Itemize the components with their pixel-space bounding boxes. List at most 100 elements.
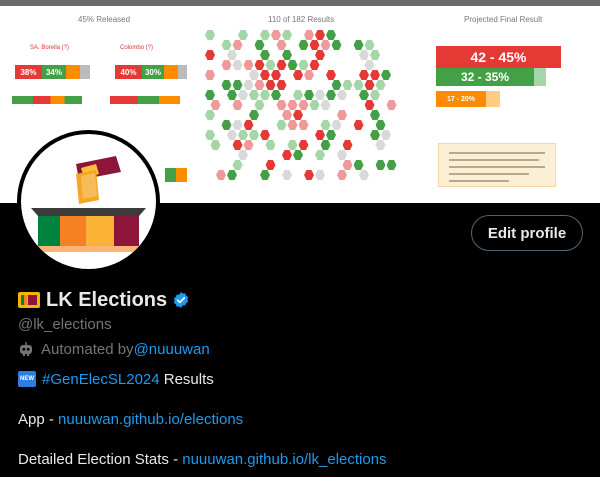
hex-cell <box>304 30 314 40</box>
hex-cell <box>315 130 325 140</box>
banner-bar-red-1: 38% <box>15 65 42 79</box>
hex-cell <box>337 90 347 100</box>
hex-cell <box>282 130 292 140</box>
bot-icon <box>20 342 32 356</box>
hex-cell <box>243 160 254 170</box>
hex-cell <box>370 110 380 120</box>
hex-cell <box>304 130 314 140</box>
hex-cell <box>386 140 397 150</box>
hex-cell <box>221 80 232 90</box>
stats-link[interactable]: nuuuwan.github.io/lk_elections <box>182 451 386 468</box>
hex-cell <box>227 50 237 60</box>
hex-cell <box>364 100 375 110</box>
hex-cell <box>364 160 375 170</box>
hashtag-link[interactable]: #GenElecSL2024 <box>42 371 160 388</box>
hex-cell <box>243 60 254 70</box>
hex-cell <box>210 120 221 130</box>
profile-avatar[interactable] <box>17 130 160 273</box>
hex-cell <box>315 50 325 60</box>
hex-cell <box>386 160 397 170</box>
hex-cell <box>353 160 364 170</box>
edit-profile-button[interactable]: Edit profile <box>471 215 583 251</box>
hex-cell <box>293 70 303 80</box>
banner-bar-green-2: 30% <box>142 65 164 79</box>
hex-cell <box>249 70 259 80</box>
hex-cell <box>282 110 292 120</box>
hex-cell <box>205 110 215 120</box>
hex-cell <box>320 40 331 50</box>
hex-cell <box>260 30 270 40</box>
hex-cell <box>315 170 325 180</box>
hex-cell <box>260 110 270 120</box>
hex-cell <box>249 90 259 100</box>
ballot-box-icon <box>31 156 146 252</box>
hex-cell <box>271 50 281 60</box>
hex-cell <box>265 80 276 90</box>
banner-bar-orange-2 <box>164 65 178 79</box>
display-name: LK Elections <box>46 288 168 311</box>
hex-cell <box>293 130 303 140</box>
hex-cell <box>210 100 221 110</box>
hex-cell <box>375 60 386 70</box>
hex-cell <box>364 40 375 50</box>
hex-cell <box>232 140 243 150</box>
hex-cell <box>331 40 342 50</box>
hex-cell <box>271 30 281 40</box>
hex-cell <box>370 70 380 80</box>
hex-cell <box>298 100 309 110</box>
automated-by-link[interactable]: @nuuuwan <box>134 341 210 358</box>
hex-cell <box>298 140 309 150</box>
hex-cell <box>232 100 243 110</box>
verified-badge-icon[interactable] <box>172 291 190 309</box>
hex-cell <box>232 40 243 50</box>
hex-cell <box>254 100 265 110</box>
hex-cell <box>359 90 369 100</box>
stats-prefix: Detailed Election Stats - <box>18 450 183 468</box>
hex-cell <box>232 160 243 170</box>
hex-cell <box>386 80 397 90</box>
banner-bar-orange-1 <box>66 65 80 79</box>
hex-cell <box>320 60 331 70</box>
hex-cell <box>326 90 336 100</box>
hex-cell <box>304 70 314 80</box>
automated-label-row: Automated by @nuuuwan <box>18 339 210 359</box>
hex-cell <box>238 170 248 180</box>
projection-bar-2-range <box>534 68 546 86</box>
hex-cell <box>243 120 254 130</box>
hex-cell <box>315 150 325 160</box>
hex-cell <box>342 80 353 90</box>
hex-cell <box>326 130 336 140</box>
hex-cell <box>282 150 292 160</box>
profile-handle: @lk_elections <box>18 316 112 333</box>
hex-cell <box>232 80 243 90</box>
hex-cell <box>331 120 342 130</box>
hex-cell <box>238 50 248 60</box>
app-link[interactable]: nuuuwan.github.io/elections <box>58 411 243 428</box>
hex-cell <box>282 50 292 60</box>
hex-cell <box>227 150 237 160</box>
hex-cell <box>238 130 248 140</box>
hex-cell <box>238 30 248 40</box>
hex-cell <box>260 70 270 80</box>
hex-cell <box>249 110 259 120</box>
hex-cell <box>370 50 380 60</box>
hex-cell <box>342 160 353 170</box>
hex-cell <box>304 90 314 100</box>
hex-cell <box>243 140 254 150</box>
banner-district-2: Colombo (?) <box>120 45 154 51</box>
projection-bar-2: 32 - 35% <box>436 68 534 86</box>
banner-left-title: 45% Released <box>78 15 131 24</box>
banner-bar-red-2: 40% <box>115 65 142 79</box>
hex-cell <box>370 130 380 140</box>
hex-cell <box>315 30 325 40</box>
hex-cell <box>254 60 265 70</box>
hex-cell <box>375 140 386 150</box>
hex-cell <box>364 120 375 130</box>
banner-note-box <box>438 143 556 187</box>
hex-cell <box>227 90 237 100</box>
hex-cell <box>221 40 232 50</box>
hex-cell <box>287 120 298 130</box>
hex-cell <box>353 120 364 130</box>
hex-cell <box>216 90 226 100</box>
hex-cell <box>205 70 215 80</box>
